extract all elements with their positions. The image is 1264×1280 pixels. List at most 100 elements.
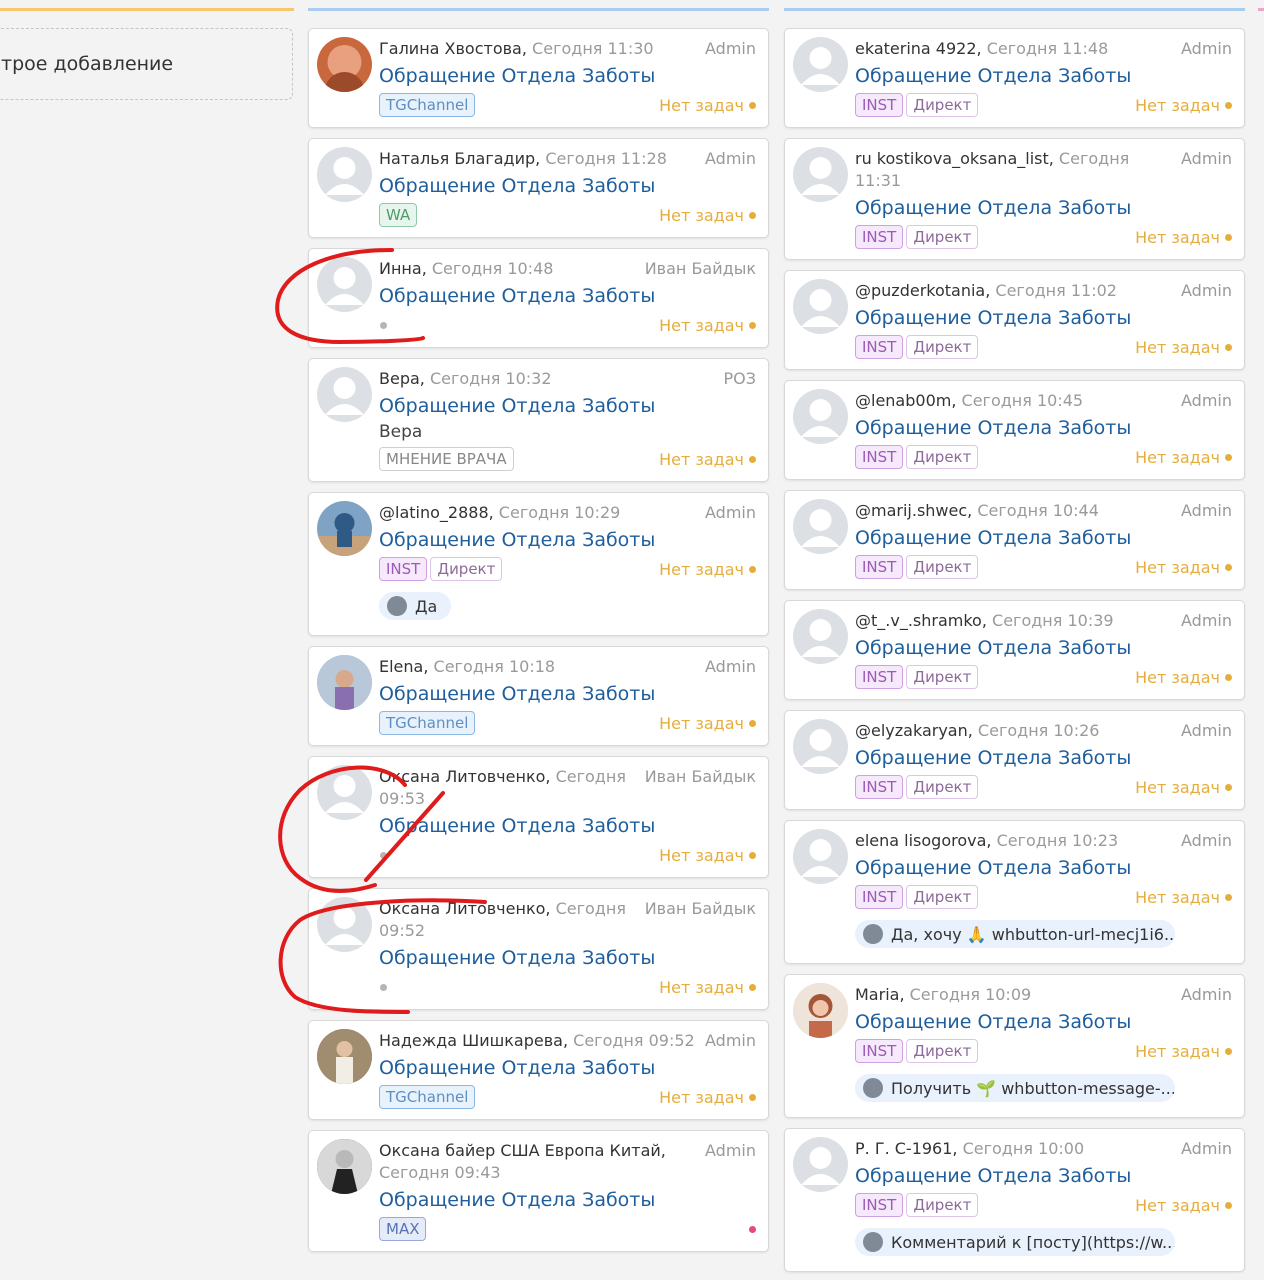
task-status[interactable]: Нет задач bbox=[659, 978, 756, 997]
contact-name[interactable]: @elyzakaryan, bbox=[855, 721, 973, 740]
task-status[interactable]: Нет задач bbox=[1135, 778, 1232, 797]
contact-name[interactable]: Оксана Литовченко, bbox=[379, 767, 550, 786]
deal-title[interactable]: Обращение Отдела Заботы bbox=[379, 392, 756, 420]
task-status[interactable]: Нет задач bbox=[659, 206, 756, 225]
responsible-user: Admin bbox=[1181, 39, 1232, 58]
deal-card[interactable]: @latino_2888, Сегодня 10:29 Admin Обращен… bbox=[308, 492, 769, 636]
task-status[interactable]: Нет задач bbox=[1135, 448, 1232, 467]
deal-title[interactable]: Обращение Отдела Заботы bbox=[855, 304, 1232, 332]
deal-card[interactable]: @puzderkotania, Сегодня 11:02 Admin Обращ… bbox=[784, 270, 1245, 370]
last-message-bubble[interactable]: Получить 🌱 whbutton-message-... bbox=[855, 1074, 1175, 1102]
last-message-bubble[interactable]: Комментарий к [посту](https://w... bbox=[855, 1228, 1175, 1256]
deal-title[interactable]: Обращение Отдела Заботы bbox=[855, 62, 1232, 90]
contact-name[interactable]: @lenab00m, bbox=[855, 391, 956, 410]
deal-card[interactable]: Оксана байер США Европа Китай, Сегодня 0… bbox=[308, 1130, 769, 1252]
status-dot-icon bbox=[1225, 893, 1232, 901]
deal-title[interactable]: Обращение Отдела Заботы bbox=[855, 414, 1232, 442]
contact-name[interactable]: Наталья Благадир, bbox=[379, 149, 540, 168]
deal-card[interactable]: @t_.v_.shramko, Сегодня 10:39 Admin Обращ… bbox=[784, 600, 1245, 700]
contact-name[interactable]: Maria, bbox=[855, 985, 905, 1004]
deal-card[interactable]: @elyzakaryan, Сегодня 10:26 Admin Обращен… bbox=[784, 710, 1245, 810]
deal-title[interactable]: Обращение Отдела Заботы bbox=[855, 854, 1232, 882]
task-status[interactable]: Нет задач bbox=[1135, 228, 1232, 247]
tag-direct: Директ bbox=[906, 775, 979, 799]
tag-inst: INST bbox=[855, 1193, 904, 1217]
deal-title[interactable]: Обращение Отдела Заботы bbox=[379, 1186, 756, 1214]
deal-card[interactable]: @lenab00m, Сегодня 10:45 Admin Обращение … bbox=[784, 380, 1245, 480]
deal-card[interactable]: Наталья Благадир, Сегодня 11:28 Admin Обр… bbox=[308, 138, 769, 238]
deal-card[interactable]: Надежда Шишкарева, Сегодня 09:52 Admin Об… bbox=[308, 1020, 769, 1120]
responsible-user: Иван Байдык bbox=[644, 899, 756, 918]
avatar bbox=[793, 147, 848, 202]
deal-title[interactable]: Обращение Отдела Заботы bbox=[379, 680, 756, 708]
contact-name[interactable]: @marij.shwec, bbox=[855, 501, 972, 520]
deal-title[interactable]: Обращение Отдела Заботы bbox=[855, 744, 1232, 772]
deal-card[interactable]: ru kostikova_oksana_list, Сегодня 11:31 A… bbox=[784, 138, 1245, 260]
deal-card[interactable]: Elena, Сегодня 10:18 Admin Обращение Отде… bbox=[308, 646, 769, 746]
deal-card[interactable]: Галина Хвостова, Сегодня 11:30 Admin Обра… bbox=[308, 28, 769, 128]
deal-title[interactable]: Обращение Отдела Заботы bbox=[379, 526, 756, 554]
deal-title[interactable]: Обращение Отдела Заботы bbox=[379, 944, 756, 972]
avatar bbox=[793, 983, 848, 1038]
task-status[interactable]: Нет задач bbox=[1135, 338, 1232, 357]
avatar bbox=[793, 829, 848, 884]
deal-card[interactable]: Вера, Сегодня 10:32 РОЗ Обращение Отдела … bbox=[308, 358, 769, 482]
task-status[interactable]: Нет задач bbox=[1135, 96, 1232, 115]
contact-name[interactable]: @puzderkotania, bbox=[855, 281, 990, 300]
contact-name[interactable]: Вера, bbox=[379, 369, 425, 388]
status-dot-icon bbox=[749, 1093, 756, 1101]
contact-name[interactable]: ru kostikova_oksana_list, bbox=[855, 149, 1054, 168]
task-status[interactable]: Нет задач bbox=[1135, 558, 1232, 577]
contact-name[interactable]: ekaterina 4922, bbox=[855, 39, 982, 58]
task-status[interactable]: Нет задач bbox=[659, 560, 756, 579]
deal-card[interactable]: Оксана Литовченко, Сегодня 09:52 Иван Бай… bbox=[308, 888, 769, 1010]
contact-name[interactable]: elena lisogorova, bbox=[855, 831, 992, 850]
task-status[interactable]: Нет задач bbox=[659, 714, 756, 733]
contact-name[interactable]: Оксана байер США Европа Китай, bbox=[379, 1141, 666, 1160]
contact-name[interactable]: @latino_2888, bbox=[379, 503, 494, 522]
deal-title[interactable]: Обращение Отдела Заботы bbox=[379, 1054, 756, 1082]
deal-title[interactable]: Обращение Отдела Заботы bbox=[379, 282, 756, 310]
contact-name[interactable]: Р. Г. С-1961, bbox=[855, 1139, 958, 1158]
no-tags-dot-icon bbox=[380, 321, 387, 329]
contact-name[interactable]: Галина Хвостова, bbox=[379, 39, 527, 58]
deal-card[interactable]: elena lisogorova, Сегодня 10:23 Admin Обр… bbox=[784, 820, 1245, 964]
avatar bbox=[793, 37, 848, 92]
deal-title[interactable]: Обращение Отдела Заботы bbox=[379, 62, 756, 90]
task-status[interactable]: Нет задач bbox=[1135, 1196, 1232, 1215]
tag-tgchannel: TGChannel bbox=[379, 93, 476, 117]
responsible-user: Иван Байдык bbox=[644, 767, 756, 786]
last-message-bubble[interactable]: Да, хочу 🙏 whbutton-url-mecj1i6... bbox=[855, 920, 1175, 948]
contact-name[interactable]: @t_.v_.shramko, bbox=[855, 611, 987, 630]
task-status[interactable]: Нет задач bbox=[659, 1088, 756, 1107]
avatar bbox=[317, 257, 372, 312]
contact-name[interactable]: Инна, bbox=[379, 259, 427, 278]
avatar bbox=[317, 1029, 372, 1084]
deal-title[interactable]: Обращение Отдела Заботы bbox=[379, 172, 756, 200]
deal-card[interactable]: Оксана Литовченко, Сегодня 09:53 Иван Бай… bbox=[308, 756, 769, 878]
deal-title[interactable]: Обращение Отдела Заботы bbox=[855, 524, 1232, 552]
contact-name[interactable]: Оксана Литовченко, bbox=[379, 899, 550, 918]
task-status[interactable]: Нет задач bbox=[1135, 668, 1232, 687]
task-status[interactable]: Нет задач bbox=[1135, 888, 1232, 907]
deal-title[interactable]: Обращение Отдела Заботы bbox=[855, 1008, 1232, 1036]
deal-card[interactable]: Р. Г. С-1961, Сегодня 10:00 Admin Обращен… bbox=[784, 1128, 1245, 1272]
deal-card[interactable]: @marij.shwec, Сегодня 10:44 Admin Обращен… bbox=[784, 490, 1245, 590]
last-message-bubble[interactable]: Да bbox=[379, 592, 452, 620]
task-status[interactable]: Нет задач bbox=[659, 316, 756, 335]
quick-add-box[interactable]: трое добавление bbox=[0, 28, 293, 100]
deal-card[interactable]: Maria, Сегодня 10:09 Admin Обращение Отде… bbox=[784, 974, 1245, 1118]
deal-title[interactable]: Обращение Отдела Заботы bbox=[855, 194, 1232, 222]
task-status[interactable]: Нет задач bbox=[1135, 1042, 1232, 1061]
task-status[interactable] bbox=[749, 1225, 756, 1233]
contact-name[interactable]: Надежда Шишкарева, bbox=[379, 1031, 568, 1050]
contact-name[interactable]: Elena, bbox=[379, 657, 428, 676]
deal-card[interactable]: Инна, Сегодня 10:48 Иван Байдык Обращение… bbox=[308, 248, 769, 348]
deal-title[interactable]: Обращение Отдела Заботы bbox=[855, 634, 1232, 662]
deal-card[interactable]: ekaterina 4922, Сегодня 11:48 Admin Обращ… bbox=[784, 28, 1245, 128]
task-status[interactable]: Нет задач bbox=[659, 846, 756, 865]
task-status[interactable]: Нет задач bbox=[659, 96, 756, 115]
task-status[interactable]: Нет задач bbox=[659, 450, 756, 469]
deal-title[interactable]: Обращение Отдела Заботы bbox=[855, 1162, 1232, 1190]
deal-title[interactable]: Обращение Отдела Заботы bbox=[379, 812, 756, 840]
